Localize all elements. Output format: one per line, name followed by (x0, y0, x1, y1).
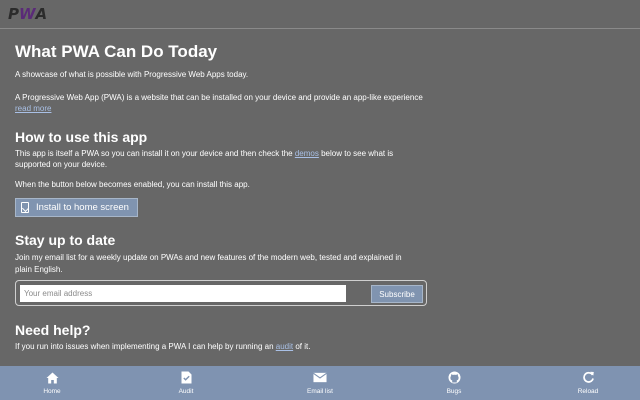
mail-icon (313, 371, 327, 385)
nav-bugs[interactable]: Bugs (419, 366, 489, 400)
read-more-link[interactable]: read more (15, 104, 51, 113)
nav-reload-label: Reload (577, 387, 599, 395)
logo-letter-a: A (35, 5, 48, 23)
install-phone-icon (21, 202, 29, 213)
logo-letter-p: P (8, 5, 19, 23)
nav-bugs-label: Bugs (446, 387, 462, 395)
nav-home[interactable]: Home (17, 366, 87, 400)
nav-audit[interactable]: Audit (151, 366, 221, 400)
newsletter-form: Subscribe (15, 280, 427, 306)
top-bar: PWA (0, 0, 640, 29)
bottom-nav: Home Audit Email list Bugs Reload (0, 366, 640, 400)
intro-text: A Progressive Web App (PWA) is a website… (15, 92, 423, 102)
help-heading: Need help? (15, 322, 91, 338)
nav-email-label: Email list (306, 387, 333, 395)
how-to-heading: How to use this app (15, 128, 148, 145)
audit-link[interactable]: audit (276, 342, 293, 351)
page-tagline: A showcase of what is possible with Prog… (15, 70, 249, 79)
install-button-label: Install to home screen (36, 202, 129, 213)
subscribe-button[interactable]: Subscribe (371, 285, 423, 303)
logo-letter-w: W (19, 5, 36, 23)
nav-home-label: Home (43, 387, 61, 395)
help-text-before: If you run into issues when implementing… (15, 342, 276, 351)
demos-link[interactable]: demos (295, 149, 319, 158)
install-button[interactable]: Install to home screen (15, 198, 138, 217)
stay-up-text: Join my email list for a weekly update o… (15, 253, 402, 274)
nav-email-list[interactable]: Email list (285, 366, 355, 400)
how-to-text-before: This app is itself a PWA so you can inst… (15, 148, 295, 158)
pwa-logo[interactable]: PWA (8, 5, 47, 23)
help-paragraph: If you run into issues when implementing… (15, 341, 435, 353)
main-content: What PWA Can Do Today A showcase of what… (15, 42, 435, 380)
help-text-after: of it. (293, 342, 311, 351)
how-to-paragraph: This app is itself a PWA so you can inst… (15, 148, 415, 171)
nav-reload[interactable]: Reload (553, 366, 623, 400)
nav-audit-label: Audit (178, 387, 194, 395)
audit-icon (179, 371, 193, 385)
install-note: When the button below becomes enabled, y… (15, 179, 250, 189)
reload-icon (581, 371, 595, 385)
page-title: What PWA Can Do Today (15, 42, 218, 61)
email-field[interactable] (20, 285, 346, 302)
github-icon (447, 371, 461, 385)
stay-up-heading: Stay up to date (15, 232, 116, 248)
intro-paragraph: A Progressive Web App (PWA) is a website… (15, 92, 435, 115)
home-icon (45, 371, 59, 385)
